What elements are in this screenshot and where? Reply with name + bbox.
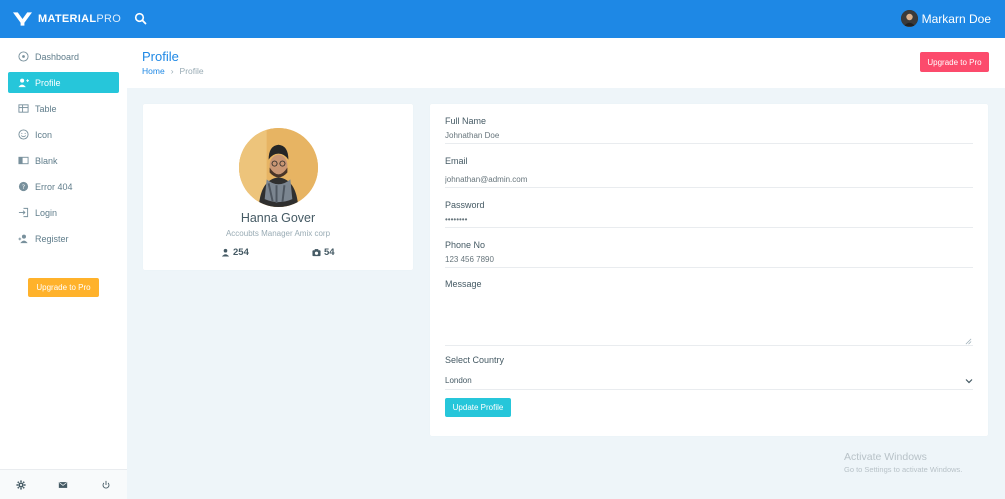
- user-add-icon: [18, 233, 29, 244]
- user-name: Markarn Doe: [921, 11, 991, 26]
- sidebar-item-blank[interactable]: Blank: [8, 150, 119, 171]
- gear-icon[interactable]: [16, 479, 26, 490]
- mail-icon[interactable]: [58, 480, 68, 490]
- sidebar-item-dashboard[interactable]: Dashboard: [8, 46, 119, 67]
- breadcrumb-home-link[interactable]: Home: [142, 66, 165, 76]
- profile-avatar: [239, 128, 318, 207]
- topbar: MATERIALPRO Markarn Doe: [0, 0, 1005, 38]
- power-icon[interactable]: [101, 480, 111, 490]
- search-icon[interactable]: [134, 12, 148, 26]
- sidebar: Dashboard Profile Table Icon Blank ? Err…: [0, 38, 127, 499]
- sidebar-item-label: Blank: [35, 155, 58, 166]
- full-name-input[interactable]: [445, 128, 973, 144]
- login-icon: [18, 207, 29, 218]
- user-menu[interactable]: Markarn Doe: [900, 10, 991, 27]
- breadcrumb-separator: ›: [170, 66, 174, 76]
- sidebar-upgrade-button[interactable]: Upgrade to Pro: [28, 278, 99, 297]
- photos-count: 54: [324, 247, 335, 258]
- email-label: Email: [445, 156, 468, 166]
- chevron-down-icon: [965, 378, 973, 383]
- full-name-label: Full Name: [445, 116, 487, 126]
- sidebar-item-label: Dashboard: [35, 51, 80, 62]
- page-title: Profile: [142, 49, 179, 64]
- brand-mark-icon: [13, 12, 32, 26]
- profile-form-card: Full Name Email Password Phone No Messag…: [430, 104, 988, 436]
- user-icon: [221, 248, 230, 257]
- breadcrumb-current: Profile: [179, 66, 204, 76]
- profile-role: Accoubts Manager Amix corp: [225, 229, 331, 238]
- smile-icon: [18, 129, 29, 140]
- watermark-title: Activate Windows: [844, 451, 927, 463]
- sidebar-item-login[interactable]: Login: [8, 202, 119, 223]
- followers-count: 254: [233, 247, 249, 258]
- brand-logo[interactable]: MATERIALPRO: [0, 0, 127, 38]
- sidebar-item-label: Register: [35, 233, 69, 244]
- update-profile-button[interactable]: Update Profile: [445, 398, 511, 417]
- camera-icon: [312, 249, 321, 257]
- brand-name: MATERIALPRO: [38, 13, 122, 25]
- followers-stat[interactable]: 254: [221, 247, 249, 258]
- message-textarea[interactable]: [445, 297, 973, 346]
- sidebar-item-error-404[interactable]: ? Error 404: [8, 176, 119, 197]
- table-icon: [18, 103, 29, 114]
- sidebar-item-label: Table: [35, 103, 57, 114]
- password-label: Password: [445, 200, 485, 210]
- watermark-subtitle: Go to Settings to activate Windows.: [844, 465, 963, 474]
- sidebar-item-label: Profile: [35, 77, 61, 88]
- profile-card: Hanna Gover Accoubts Manager Amix corp 2…: [143, 104, 413, 270]
- gauge-icon: [18, 51, 29, 62]
- phone-label: Phone No: [445, 240, 486, 250]
- svg-text:?: ?: [22, 183, 25, 191]
- columns-icon: [18, 155, 29, 166]
- message-label: Message: [445, 279, 482, 289]
- user-plus-icon: [18, 77, 29, 88]
- sidebar-item-profile[interactable]: Profile: [8, 72, 119, 93]
- activate-windows-watermark: Activate Windows Go to Settings to activ…: [844, 451, 962, 474]
- sidebar-item-label: Login: [35, 207, 58, 218]
- resize-grip-icon[interactable]: [965, 338, 972, 345]
- photos-stat[interactable]: 54: [312, 247, 335, 258]
- country-select[interactable]: London: [445, 372, 973, 390]
- help-circle-icon: ?: [18, 181, 29, 192]
- sidebar-item-table[interactable]: Table: [8, 98, 119, 119]
- password-input[interactable]: [445, 212, 973, 228]
- page-header: Profile Home › Profile Upgrade to Pro: [127, 38, 1005, 88]
- country-label: Select Country: [445, 355, 505, 365]
- country-selected-value: London: [445, 376, 472, 385]
- header-upgrade-button[interactable]: Upgrade to Pro: [920, 52, 989, 72]
- sidebar-item-label: Error 404: [35, 181, 73, 192]
- user-avatar: [900, 10, 918, 27]
- phone-input[interactable]: [445, 252, 973, 268]
- sidebar-footer: [0, 469, 127, 499]
- sidebar-item-icon[interactable]: Icon: [8, 124, 119, 145]
- sidebar-item-label: Icon: [35, 129, 53, 140]
- profile-name: Hanna Gover: [240, 211, 316, 225]
- breadcrumb: Home › Profile: [142, 66, 204, 76]
- sidebar-item-register[interactable]: Register: [8, 228, 119, 249]
- email-input[interactable]: [445, 172, 973, 188]
